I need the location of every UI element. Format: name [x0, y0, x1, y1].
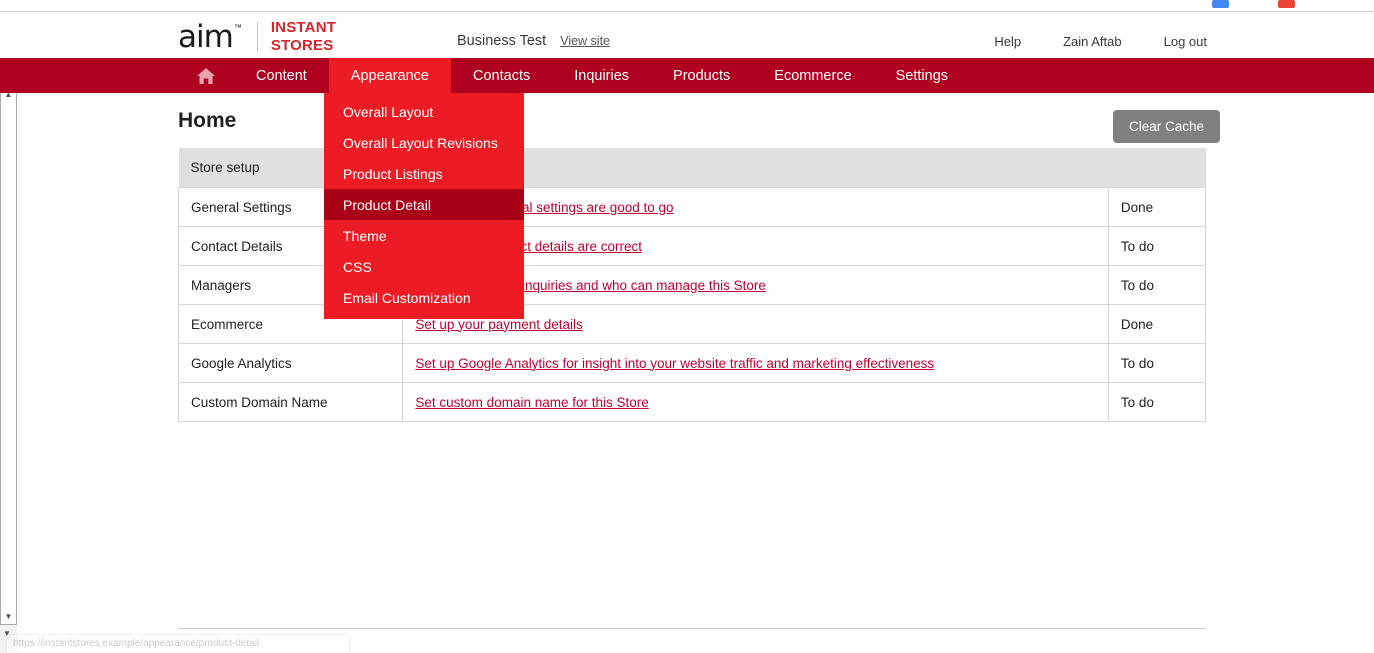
footer-divider [178, 628, 1206, 629]
nav-item-products[interactable]: Products [651, 58, 752, 93]
nav-item-inquiries[interactable]: Inquiries [552, 58, 651, 93]
table-header-status [1108, 148, 1206, 188]
logo-line-instant: INSTANT [270, 19, 337, 36]
nav-item-ecommerce[interactable]: Ecommerce [752, 58, 873, 93]
nav-items: Content Appearance Contacts Inquiries Pr… [178, 58, 970, 93]
bookmark-icon-red[interactable] [1278, 0, 1295, 8]
logo-line-stores: STORES [270, 37, 334, 54]
menu-item-product-detail[interactable]: Product Detail [324, 189, 524, 220]
logo-instant-stores-text: INSTANT STORES [271, 19, 336, 55]
home-icon [196, 67, 216, 85]
menu-item-email-customization[interactable]: Email Customization [324, 282, 524, 313]
logo-trademark-icon: ™ [233, 22, 242, 32]
row-desc-custom-domain-name: Set custom domain name for this Store [402, 382, 1109, 422]
scroll-down-arrow-icon[interactable]: ▼ [1, 609, 16, 624]
main-navigation: Content Appearance Contacts Inquiries Pr… [0, 58, 1374, 93]
logo-aim-text: aim [178, 18, 234, 55]
header-user-links: Help Zain Aftab Log out [994, 34, 1207, 49]
help-link[interactable]: Help [994, 34, 1021, 49]
browser-status-bar: https://instantstores.example/appearance… [6, 634, 350, 653]
nav-item-content[interactable]: Content [234, 58, 329, 93]
menu-item-product-listings[interactable]: Product Listings [324, 158, 524, 189]
site-header: aim ™ INSTANT STORES Business Test View … [17, 12, 1374, 58]
row-status-ecommerce: Done [1107, 304, 1207, 344]
menu-item-css[interactable]: CSS [324, 251, 524, 282]
row-status-general-settings: Done [1107, 187, 1207, 227]
browser-page: ▲ ▼ ▼ aim ™ INSTANT STORES Business Test… [0, 0, 1374, 653]
table-row: Custom Domain Name Set custom domain nam… [177, 382, 1207, 422]
page-content: Home Clear Cache Store setup General Set… [17, 93, 1374, 653]
bookmark-icon-blue[interactable] [1212, 0, 1229, 8]
menu-item-overall-layout[interactable]: Overall Layout [324, 96, 524, 127]
logout-link[interactable]: Log out [1164, 34, 1207, 49]
view-site-link[interactable]: View site [560, 34, 610, 48]
logo-divider [256, 22, 258, 52]
business-name: Business Test [457, 33, 547, 49]
row-label-google-analytics: Google Analytics [177, 343, 404, 383]
row-link-custom-domain-name[interactable]: Set custom domain name for this Store [415, 395, 648, 410]
row-desc-google-analytics: Set up Google Analytics for insight into… [402, 343, 1109, 383]
appearance-dropdown-menu: Overall Layout Overall Layout Revisions … [324, 93, 524, 319]
row-link-google-analytics[interactable]: Set up Google Analytics for insight into… [415, 356, 934, 371]
row-status-managers: To do [1107, 265, 1207, 305]
account-link[interactable]: Zain Aftab [1063, 34, 1122, 49]
clear-cache-button[interactable]: Clear Cache [1112, 110, 1220, 143]
nav-item-home[interactable] [178, 58, 234, 93]
row-status-google-analytics: To do [1107, 343, 1207, 383]
nav-item-appearance[interactable]: Appearance [328, 58, 451, 93]
menu-item-overall-layout-revisions[interactable]: Overall Layout Revisions [324, 127, 524, 158]
frame-vertical-scrollbar[interactable]: ▲ ▼ [0, 86, 17, 625]
header-center: Business Test View site [457, 33, 610, 49]
table-row: Google Analytics Set up Google Analytics… [177, 343, 1207, 383]
row-status-contact-details: To do [1107, 226, 1207, 266]
brand-logo[interactable]: aim ™ INSTANT STORES [178, 20, 336, 54]
nav-item-contacts[interactable]: Contacts [451, 58, 552, 93]
row-label-custom-domain-name: Custom Domain Name [177, 382, 404, 422]
row-status-custom-domain-name: To do [1107, 382, 1207, 422]
browser-bookmark-strip [0, 0, 1374, 11]
nav-item-settings[interactable]: Settings [874, 58, 970, 93]
menu-item-theme[interactable]: Theme [324, 220, 524, 251]
page-title: Home [178, 109, 237, 132]
